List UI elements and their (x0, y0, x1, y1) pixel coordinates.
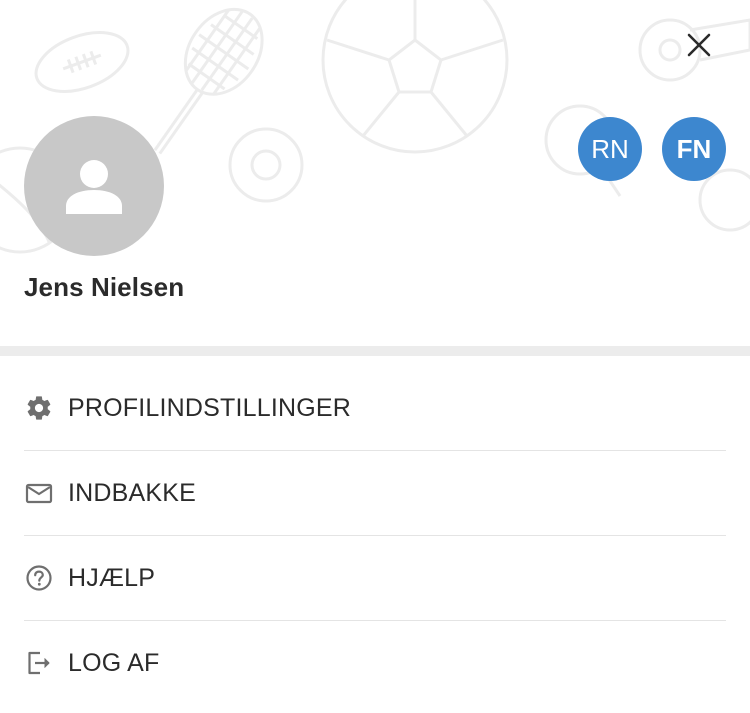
close-button[interactable] (678, 24, 720, 66)
menu-item-profile-settings[interactable]: PROFILINDSTILLINGER (24, 366, 726, 451)
user-name: Jens Nielsen (24, 272, 185, 302)
help-circle-icon (24, 563, 54, 593)
menu-item-label: PROFILINDSTILLINGER (68, 393, 352, 422)
menu-item-label: HJÆLP (68, 563, 156, 592)
menu-item-inbox[interactable]: INDBAKKE (24, 451, 726, 536)
profile-switch-fn[interactable]: FN (662, 117, 726, 181)
close-icon (687, 33, 711, 57)
profile-header: Jens Nielsen RN FN (0, 0, 750, 346)
user-silhouette-icon (66, 160, 122, 214)
menu-item-label: LOG AF (68, 648, 160, 677)
menu-item-help[interactable]: HJÆLP (24, 536, 726, 621)
section-divider (0, 346, 750, 356)
menu-item-logout[interactable]: LOG AF (24, 621, 726, 705)
gear-icon (24, 393, 54, 423)
profile-switch-rn[interactable]: RN (578, 117, 642, 181)
envelope-icon (24, 478, 54, 508)
logout-icon (24, 648, 54, 678)
avatar[interactable] (24, 116, 164, 256)
menu-item-label: INDBAKKE (68, 478, 197, 507)
account-menu: PROFILINDSTILLINGER INDBAKKE HJÆLP LOG A… (24, 366, 726, 705)
profile-menu-panel: Jens Nielsen RN FN PROFILINDSTILLINGER I… (0, 0, 750, 713)
